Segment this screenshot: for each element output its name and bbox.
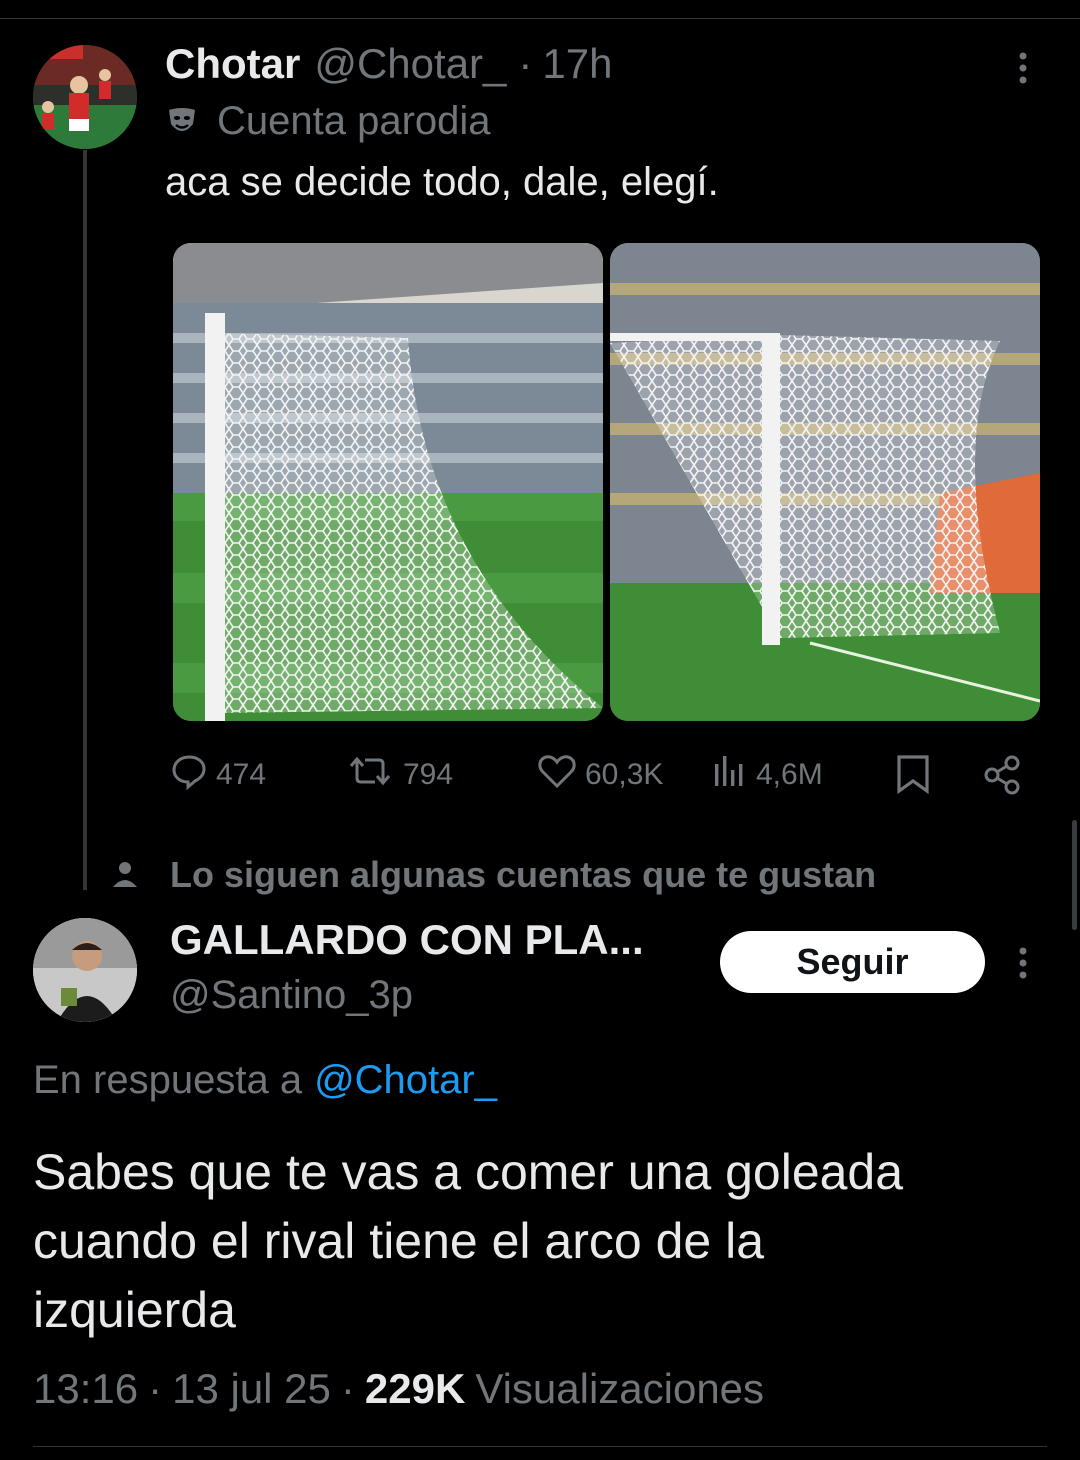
- follow-button[interactable]: Seguir: [720, 931, 985, 993]
- like-action[interactable]: 60,3K: [537, 752, 663, 798]
- reply-icon: [170, 752, 208, 798]
- more-options-icon[interactable]: [1008, 48, 1038, 93]
- social-context: Lo siguen algunas cuentas que te gustan: [110, 852, 876, 898]
- bottom-divider: [33, 1446, 1047, 1447]
- parody-label-text: Cuenta parodia: [217, 98, 491, 143]
- views-count: 4,6M: [756, 758, 823, 791]
- reply-author-avatar[interactable]: [33, 918, 137, 1022]
- share-icon[interactable]: [982, 754, 1024, 801]
- in-reply-handle-link[interactable]: @Chotar_: [314, 1058, 497, 1103]
- tweet-time[interactable]: 17h: [542, 40, 612, 88]
- top-divider: [0, 18, 1080, 19]
- reply-date[interactable]: 13 jul 25: [172, 1365, 331, 1413]
- meta-separator: ·: [148, 1365, 163, 1412]
- author-name[interactable]: Chotar: [165, 40, 300, 88]
- reply-more-options-icon[interactable]: [1008, 943, 1038, 988]
- views-action[interactable]: 4,6M: [712, 752, 823, 798]
- tweet-image-1[interactable]: [173, 243, 603, 721]
- analytics-icon: [712, 752, 748, 798]
- heart-icon: [537, 752, 577, 798]
- person-icon: [110, 859, 140, 891]
- tweet-header: Chotar @Chotar_ · 17h: [165, 38, 612, 90]
- like-count: 60,3K: [585, 758, 664, 791]
- tweet-text: aca se decide todo, dale, elegí.: [165, 160, 719, 204]
- thread-connector-line: [83, 150, 87, 890]
- in-reply-prefix: En respuesta a: [33, 1057, 303, 1102]
- reply-text-line: izquierda: [33, 1282, 236, 1338]
- meta-separator: ·: [340, 1365, 355, 1412]
- reply-views-label: Visualizaciones: [475, 1365, 765, 1412]
- parody-label: Cuenta parodia: [165, 98, 491, 144]
- reply-count: 474: [216, 758, 267, 791]
- reply-meta: 13:16 · 13 jul 25 · 229K Visualizaciones: [33, 1362, 764, 1416]
- reply-action[interactable]: 474: [170, 752, 266, 798]
- retweet-count: 794: [403, 758, 454, 791]
- bookmark-icon[interactable]: [893, 753, 933, 800]
- author-handle[interactable]: @Chotar_: [314, 40, 506, 88]
- tweet-image-2[interactable]: [610, 243, 1040, 721]
- time-separator: ·: [518, 40, 533, 87]
- reply-text-line: Sabes que te vas a comer una goleada: [33, 1144, 904, 1200]
- author-avatar[interactable]: [33, 45, 137, 149]
- social-context-text: Lo siguen algunas cuentas que te gustan: [170, 854, 877, 895]
- reply-time[interactable]: 13:16: [33, 1365, 138, 1413]
- in-reply-to: En respuesta a @Chotar_: [33, 1055, 497, 1105]
- theater-mask-icon: [165, 104, 201, 138]
- reply-text-line: cuando el rival tiene el arco de la: [33, 1213, 765, 1269]
- retweet-icon: [345, 752, 395, 798]
- reply-author-handle[interactable]: @Santino_3p: [170, 973, 413, 1018]
- retweet-action[interactable]: 794: [345, 752, 453, 798]
- reply-text: Sabes que te vas a comer una goleada cua…: [33, 1138, 903, 1345]
- reply-author-name[interactable]: GALLARDO CON PLA...: [170, 916, 644, 964]
- reply-views-count: 229K: [364, 1365, 466, 1412]
- scrollbar[interactable]: [1072, 820, 1077, 930]
